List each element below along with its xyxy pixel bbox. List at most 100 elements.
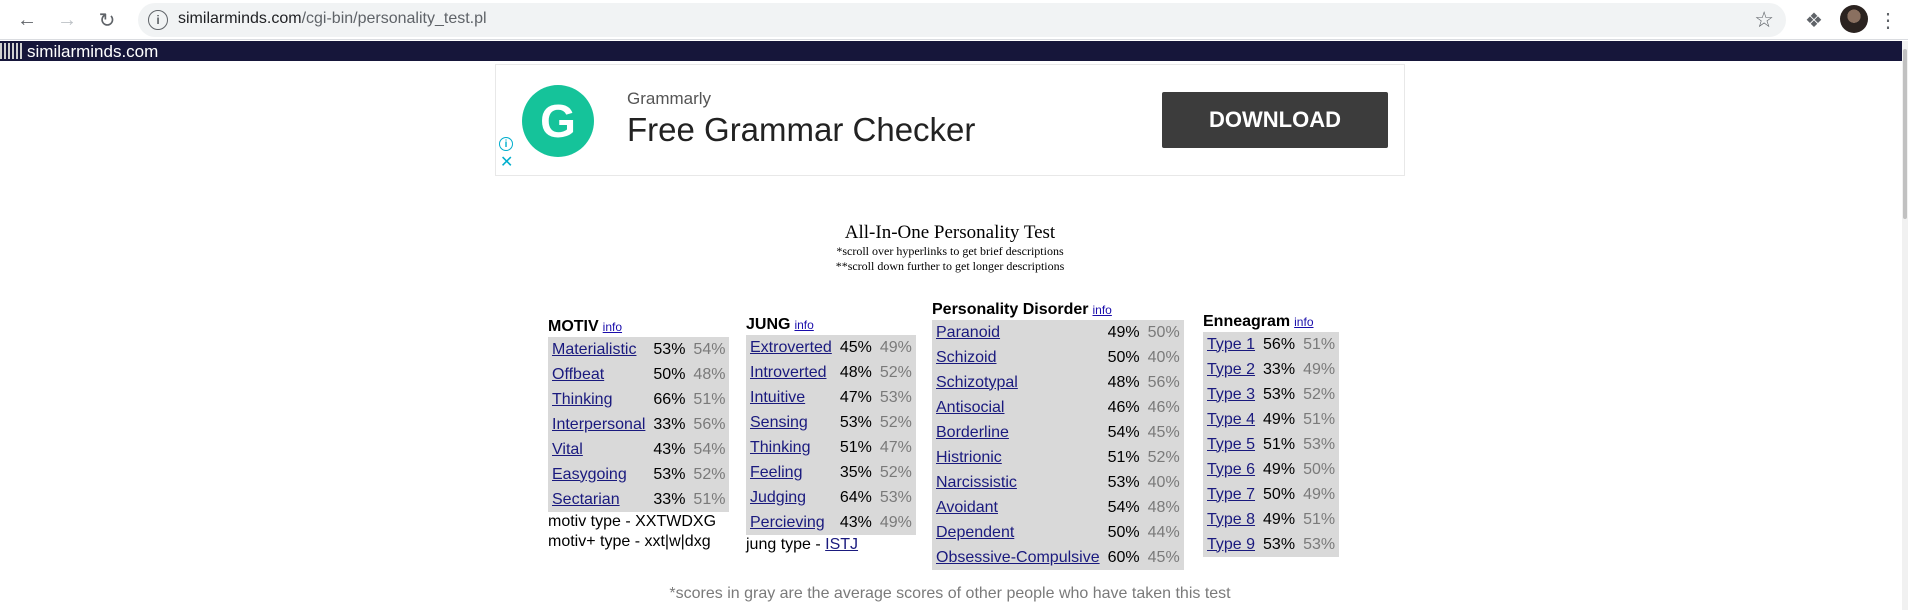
ad-headline[interactable]: Free Grammar Checker — [627, 111, 975, 149]
average-score: 47% — [879, 438, 912, 456]
trait-link[interactable]: Percieving — [750, 514, 825, 531]
trait-cell: Schizotypal — [932, 370, 1104, 395]
trait-link[interactable]: Vital — [552, 441, 583, 458]
jung-type: jung type - ISTJ — [746, 535, 916, 555]
jung-column: JUNG info Extroverted 45% 49% Introverted 48%… — [746, 315, 916, 555]
jung-info-link[interactable]: info — [794, 318, 813, 332]
user-score: 50% — [1263, 485, 1296, 503]
trait-link[interactable]: Paranoid — [936, 324, 1000, 341]
trait-cell: Obsessive-Compulsive — [932, 545, 1104, 570]
trait-link[interactable]: Type 9 — [1207, 536, 1255, 553]
trait-link[interactable]: Narcissistic — [936, 474, 1017, 491]
page-scrollbar[interactable] — [1902, 41, 1908, 610]
user-score: 53% — [1107, 473, 1140, 491]
forward-arrow-icon[interactable]: → — [52, 5, 82, 35]
page-subtitle-1: *scroll over hyperlinks to get brief des… — [836, 244, 1064, 258]
ad-choices-icon[interactable]: i — [499, 137, 513, 151]
trait-link[interactable]: Easygoing — [552, 466, 627, 483]
trait-link[interactable]: Obsessive-Compulsive — [936, 549, 1100, 566]
jung-title: JUNG — [746, 316, 791, 333]
bookmark-star-icon[interactable]: ☆ — [1754, 7, 1774, 33]
trait-link[interactable]: Type 2 — [1207, 361, 1255, 378]
user-score: 49% — [1263, 510, 1296, 528]
trait-cell: Avoidant — [932, 495, 1104, 520]
score-row: Antisocial 46% 46% — [932, 395, 1184, 420]
average-score: 56% — [693, 415, 726, 433]
back-arrow-icon[interactable]: ← — [12, 5, 42, 35]
trait-link[interactable]: Thinking — [750, 439, 810, 456]
trait-link[interactable]: Offbeat — [552, 366, 604, 383]
extensions-puzzle-icon[interactable]: ❖ — [1800, 6, 1828, 34]
score-row: Judging 64% 53% — [746, 485, 916, 510]
trait-link[interactable]: Histrionic — [936, 449, 1002, 466]
score-row: Paranoid 49% 50% — [932, 320, 1184, 345]
reload-icon[interactable]: ↻ — [92, 5, 122, 35]
trait-link[interactable]: Type 3 — [1207, 386, 1255, 403]
average-score: 53% — [879, 488, 912, 506]
jung-type-link[interactable]: ISTJ — [825, 536, 858, 553]
trait-link[interactable]: Type 6 — [1207, 461, 1255, 478]
site-logo-icon[interactable] — [0, 43, 24, 59]
enneagram-info-link[interactable]: info — [1294, 315, 1313, 329]
trait-link[interactable]: Antisocial — [936, 399, 1004, 416]
url-text[interactable]: similarminds.com/cgi-bin/personality_tes… — [178, 10, 487, 28]
trait-link[interactable]: Type 5 — [1207, 436, 1255, 453]
ad-download-button[interactable]: DOWNLOAD — [1162, 92, 1388, 148]
site-info-icon[interactable]: i — [148, 10, 168, 30]
test-title-block: All-In-One Personality Test *scroll over… — [0, 222, 1900, 274]
trait-link[interactable]: Interpersonal — [552, 416, 645, 433]
trait-link[interactable]: Intuitive — [750, 389, 805, 406]
user-score: 56% — [1263, 335, 1296, 353]
trait-cell: Narcissistic — [932, 470, 1104, 495]
trait-link[interactable]: Materialistic — [552, 341, 636, 358]
ad-brand[interactable]: Grammarly — [627, 89, 711, 109]
trait-link[interactable]: Feeling — [750, 464, 802, 481]
trait-link[interactable]: Avoidant — [936, 499, 998, 516]
score-row: Thinking 66% 51% — [548, 387, 729, 412]
trait-link[interactable]: Sensing — [750, 414, 808, 431]
trait-link[interactable]: Schizoid — [936, 349, 996, 366]
trait-link[interactable]: Schizotypal — [936, 374, 1018, 391]
profile-avatar[interactable] — [1840, 5, 1868, 33]
trait-link[interactable]: Dependent — [936, 524, 1014, 541]
disorder-column: Personality Disorder info Paranoid 49% 50% S… — [932, 300, 1184, 570]
trait-cell: Borderline — [932, 420, 1104, 445]
trait-cell: Antisocial — [932, 395, 1104, 420]
disorder-title: Personality Disorder — [932, 301, 1089, 318]
trait-link[interactable]: Type 7 — [1207, 486, 1255, 503]
motiv-info-link[interactable]: info — [603, 320, 622, 334]
scrollbar-thumb[interactable] — [1903, 49, 1907, 219]
trait-link[interactable]: Introverted — [750, 364, 826, 381]
score-row: Interpersonal 33% 56% — [548, 412, 729, 437]
site-name-link[interactable]: similarminds.com — [27, 42, 158, 62]
average-score: 52% — [879, 463, 912, 481]
trait-cell: Introverted — [746, 360, 836, 385]
average-score: 51% — [1303, 410, 1336, 428]
trait-link[interactable]: Sectarian — [552, 491, 620, 508]
trait-link[interactable]: Extroverted — [750, 339, 832, 356]
trait-cell: Intuitive — [746, 385, 836, 410]
disorder-info-link[interactable]: info — [1093, 303, 1112, 317]
grammarly-logo-icon[interactable]: G — [522, 85, 594, 157]
trait-link[interactable]: Type 1 — [1207, 336, 1255, 353]
trait-link[interactable]: Thinking — [552, 391, 612, 408]
average-score: 48% — [1147, 498, 1180, 516]
trait-link[interactable]: Type 8 — [1207, 511, 1255, 528]
ad-banner[interactable]: G Grammarly Free Grammar Checker DOWNLOA… — [495, 64, 1405, 176]
trait-cell: Paranoid — [932, 320, 1104, 345]
trait-link[interactable]: Borderline — [936, 424, 1009, 441]
score-row: Intuitive 47% 53% — [746, 385, 916, 410]
trait-link[interactable]: Type 4 — [1207, 411, 1255, 428]
trait-cell: Sensing — [746, 410, 836, 435]
trait-link[interactable]: Judging — [750, 489, 806, 506]
enneagram-column: Enneagram info Type 1 56% 51% Type 2 33% 49% Ty… — [1203, 312, 1340, 557]
average-score: 54% — [693, 340, 726, 358]
score-row: Dependent 50% 44% — [932, 520, 1184, 545]
score-row: Type 9 53% 53% — [1203, 532, 1339, 557]
address-bar[interactable]: i similarminds.com/cgi-bin/personality_t… — [138, 3, 1786, 37]
ad-close-icon[interactable]: ✕ — [500, 155, 513, 171]
average-score: 46% — [1147, 398, 1180, 416]
score-row: Avoidant 54% 48% — [932, 495, 1184, 520]
average-score: 50% — [1303, 460, 1336, 478]
browser-menu-icon[interactable]: ⋮ — [1878, 5, 1898, 35]
